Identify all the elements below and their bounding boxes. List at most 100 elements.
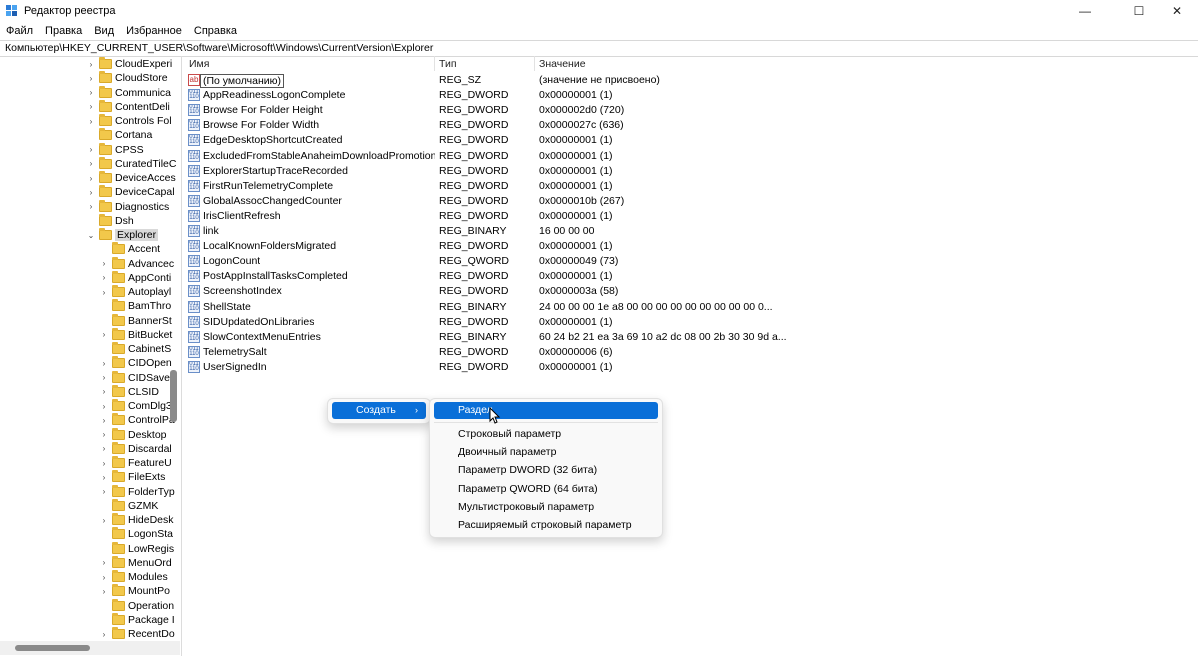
tree-item[interactable]: › ControlPa xyxy=(99,413,175,427)
tree-item[interactable]: GZMK xyxy=(99,498,158,513)
chevron-right-icon[interactable]: › xyxy=(86,145,96,154)
tree-item[interactable]: › CPSS xyxy=(86,142,144,157)
tree-item[interactable]: › ContentDeli xyxy=(86,99,170,114)
column-separator[interactable] xyxy=(434,56,435,71)
chevron-right-icon[interactable]: › xyxy=(99,459,109,468)
tree-item[interactable]: BamThro xyxy=(99,299,171,313)
menu-item-create[interactable]: Создать › xyxy=(332,402,426,419)
chevron-right-icon[interactable]: › xyxy=(99,402,109,411)
tree-item[interactable]: › RecentDo xyxy=(99,627,175,641)
tree-item[interactable]: Cortana xyxy=(86,128,152,142)
submenu-item[interactable]: Раздел xyxy=(434,402,658,419)
tree-item[interactable]: LowRegis xyxy=(99,541,174,556)
submenu-item[interactable]: Мультистроковый параметр xyxy=(434,499,658,516)
value-row[interactable]: 011 110 link REG_BINARY 16 00 00 00 xyxy=(184,224,1199,239)
menu-file[interactable]: Файл xyxy=(0,22,39,40)
chevron-right-icon[interactable]: › xyxy=(99,430,109,439)
value-row[interactable]: 011 110 ScreenshotIndex REG_DWORD 0x0000003… xyxy=(184,284,1199,299)
chevron-right-icon[interactable]: › xyxy=(86,60,96,69)
value-row[interactable]: 011 110 PostAppInstallTasksCompleted REG_D… xyxy=(184,269,1199,284)
tree-item[interactable]: BannerSt xyxy=(99,313,172,328)
value-row[interactable]: 011 110 UserSignedIn REG_DWORD 0x00000001 (… xyxy=(184,360,1199,375)
value-row[interactable]: 011 110 ExcludedFromStableAnaheimDownload… xyxy=(184,149,1199,164)
menu-view[interactable]: Вид xyxy=(88,22,120,40)
chevron-right-icon[interactable]: › xyxy=(99,273,109,282)
chevron-right-icon[interactable]: › xyxy=(86,88,96,97)
address-bar[interactable]: Компьютер\HKEY_CURRENT_USER\Software\Mic… xyxy=(0,40,1198,57)
chevron-down-icon[interactable]: ⌄ xyxy=(86,231,96,240)
tree-item[interactable]: › Diagnostics xyxy=(86,199,169,214)
submenu-item[interactable]: Двоичный параметр xyxy=(434,444,658,461)
chevron-right-icon[interactable]: › xyxy=(99,416,109,425)
tree-item[interactable]: CabinetS xyxy=(99,342,171,356)
tree-item[interactable]: › CloudStore xyxy=(86,71,168,85)
tree-item[interactable]: › AppConti xyxy=(99,270,171,285)
tree-item[interactable]: Package I xyxy=(99,612,175,627)
column-header-type[interactable]: Тип xyxy=(439,58,457,70)
tree-item[interactable]: › ComDlg3 xyxy=(99,399,172,413)
submenu-item[interactable]: Расширяемый строковый параметр xyxy=(434,517,658,534)
tree-item[interactable]: ⌄ Explorer xyxy=(86,228,159,242)
chevron-right-icon[interactable]: › xyxy=(99,630,109,639)
chevron-right-icon[interactable]: › xyxy=(86,102,96,111)
tree-item[interactable]: Dsh xyxy=(86,213,134,228)
tree-item[interactable]: › CLSID xyxy=(99,384,159,399)
tree-item[interactable]: › Desktop xyxy=(99,427,167,442)
tree-item[interactable]: › CIDSave xyxy=(99,370,170,385)
value-row[interactable]: ab (По умолчанию) REG_SZ (значение не присв… xyxy=(184,73,1199,88)
chevron-right-icon[interactable]: › xyxy=(86,174,96,183)
value-row[interactable]: 011 110 FirstRunTelemetryComplete REG_DWOR… xyxy=(184,179,1199,194)
tree-item[interactable]: › DeviceCapal xyxy=(86,185,175,199)
chevron-right-icon[interactable]: › xyxy=(99,587,109,596)
tree-item[interactable]: › FileExts xyxy=(99,470,165,484)
chevron-right-icon[interactable]: › xyxy=(86,202,96,211)
value-row[interactable]: 011 110 IrisClientRefresh REG_DWORD 0x00000… xyxy=(184,209,1199,224)
close-button[interactable]: ✕ xyxy=(1154,0,1200,22)
chevron-right-icon[interactable]: › xyxy=(99,473,109,482)
value-row[interactable]: 011 110 TelemetrySalt REG_DWORD 0x00000006 … xyxy=(184,345,1199,360)
tree-item[interactable]: › CloudExperi xyxy=(86,57,172,71)
menu-favorites[interactable]: Избранное xyxy=(120,22,188,40)
tree-item[interactable]: › Autoplayl xyxy=(99,285,171,299)
chevron-right-icon[interactable]: › xyxy=(86,74,96,83)
tree-item[interactable]: › BitBucket xyxy=(99,327,172,342)
chevron-right-icon[interactable]: › xyxy=(99,259,109,268)
minimize-button[interactable]: — xyxy=(1062,0,1108,22)
chevron-right-icon[interactable]: › xyxy=(99,359,109,368)
tree-item[interactable]: › Modules xyxy=(99,570,168,584)
chevron-right-icon[interactable]: › xyxy=(99,516,109,525)
tree-item[interactable]: › MenuOrd xyxy=(99,555,172,570)
tree-item[interactable]: › DeviceAcces xyxy=(86,171,176,185)
submenu-item[interactable]: Строковый параметр xyxy=(434,426,658,443)
value-row[interactable]: 011 110 SIDUpdatedOnLibraries REG_DWORD 0x0… xyxy=(184,315,1199,330)
tree-item[interactable]: › FeatureU xyxy=(99,456,172,470)
tree-item[interactable]: › Advancec xyxy=(99,256,174,271)
tree-item[interactable]: LogonSta xyxy=(99,527,173,541)
tree-item[interactable]: › FolderTyp xyxy=(99,484,175,499)
tree-item[interactable]: › HideDesk xyxy=(99,513,174,527)
value-row[interactable]: 011 110 LocalKnownFoldersMigrated REG_DWOR… xyxy=(184,239,1199,254)
submenu-item[interactable]: Параметр QWORD (64 бита) xyxy=(434,481,658,498)
chevron-right-icon[interactable]: › xyxy=(99,330,109,339)
column-header-name[interactable]: Имя xyxy=(189,58,209,70)
value-row[interactable]: 011 110 ExplorerStartupTraceRecorded REG_D… xyxy=(184,164,1199,179)
chevron-right-icon[interactable]: › xyxy=(86,159,96,168)
chevron-right-icon[interactable]: › xyxy=(86,117,96,126)
submenu-item[interactable]: Параметр DWORD (32 бита) xyxy=(434,462,658,479)
chevron-right-icon[interactable]: › xyxy=(99,487,109,496)
menu-help[interactable]: Справка xyxy=(188,22,243,40)
chevron-right-icon[interactable]: › xyxy=(99,444,109,453)
tree-vertical-scrollbar[interactable] xyxy=(170,370,177,422)
column-header-value[interactable]: Значение xyxy=(539,58,586,70)
value-row[interactable]: 011 110 LogonCount REG_QWORD 0x00000049 (73… xyxy=(184,254,1199,269)
tree-item[interactable]: › Discardal xyxy=(99,441,172,456)
tree-item[interactable]: Operation xyxy=(99,598,174,613)
column-separator[interactable] xyxy=(534,56,535,71)
tree-item[interactable]: › Communica xyxy=(86,85,171,100)
chevron-right-icon[interactable]: › xyxy=(99,387,109,396)
chevron-right-icon[interactable]: › xyxy=(86,188,96,197)
menu-edit[interactable]: Правка xyxy=(39,22,88,40)
value-row[interactable]: 011 110 SlowContextMenuEntries REG_BINARY 6… xyxy=(184,330,1199,345)
tree-horizontal-scrollbar[interactable] xyxy=(15,645,90,651)
value-row[interactable]: 011 110 EdgeDesktopShortcutCreated REG_DWO… xyxy=(184,133,1199,148)
